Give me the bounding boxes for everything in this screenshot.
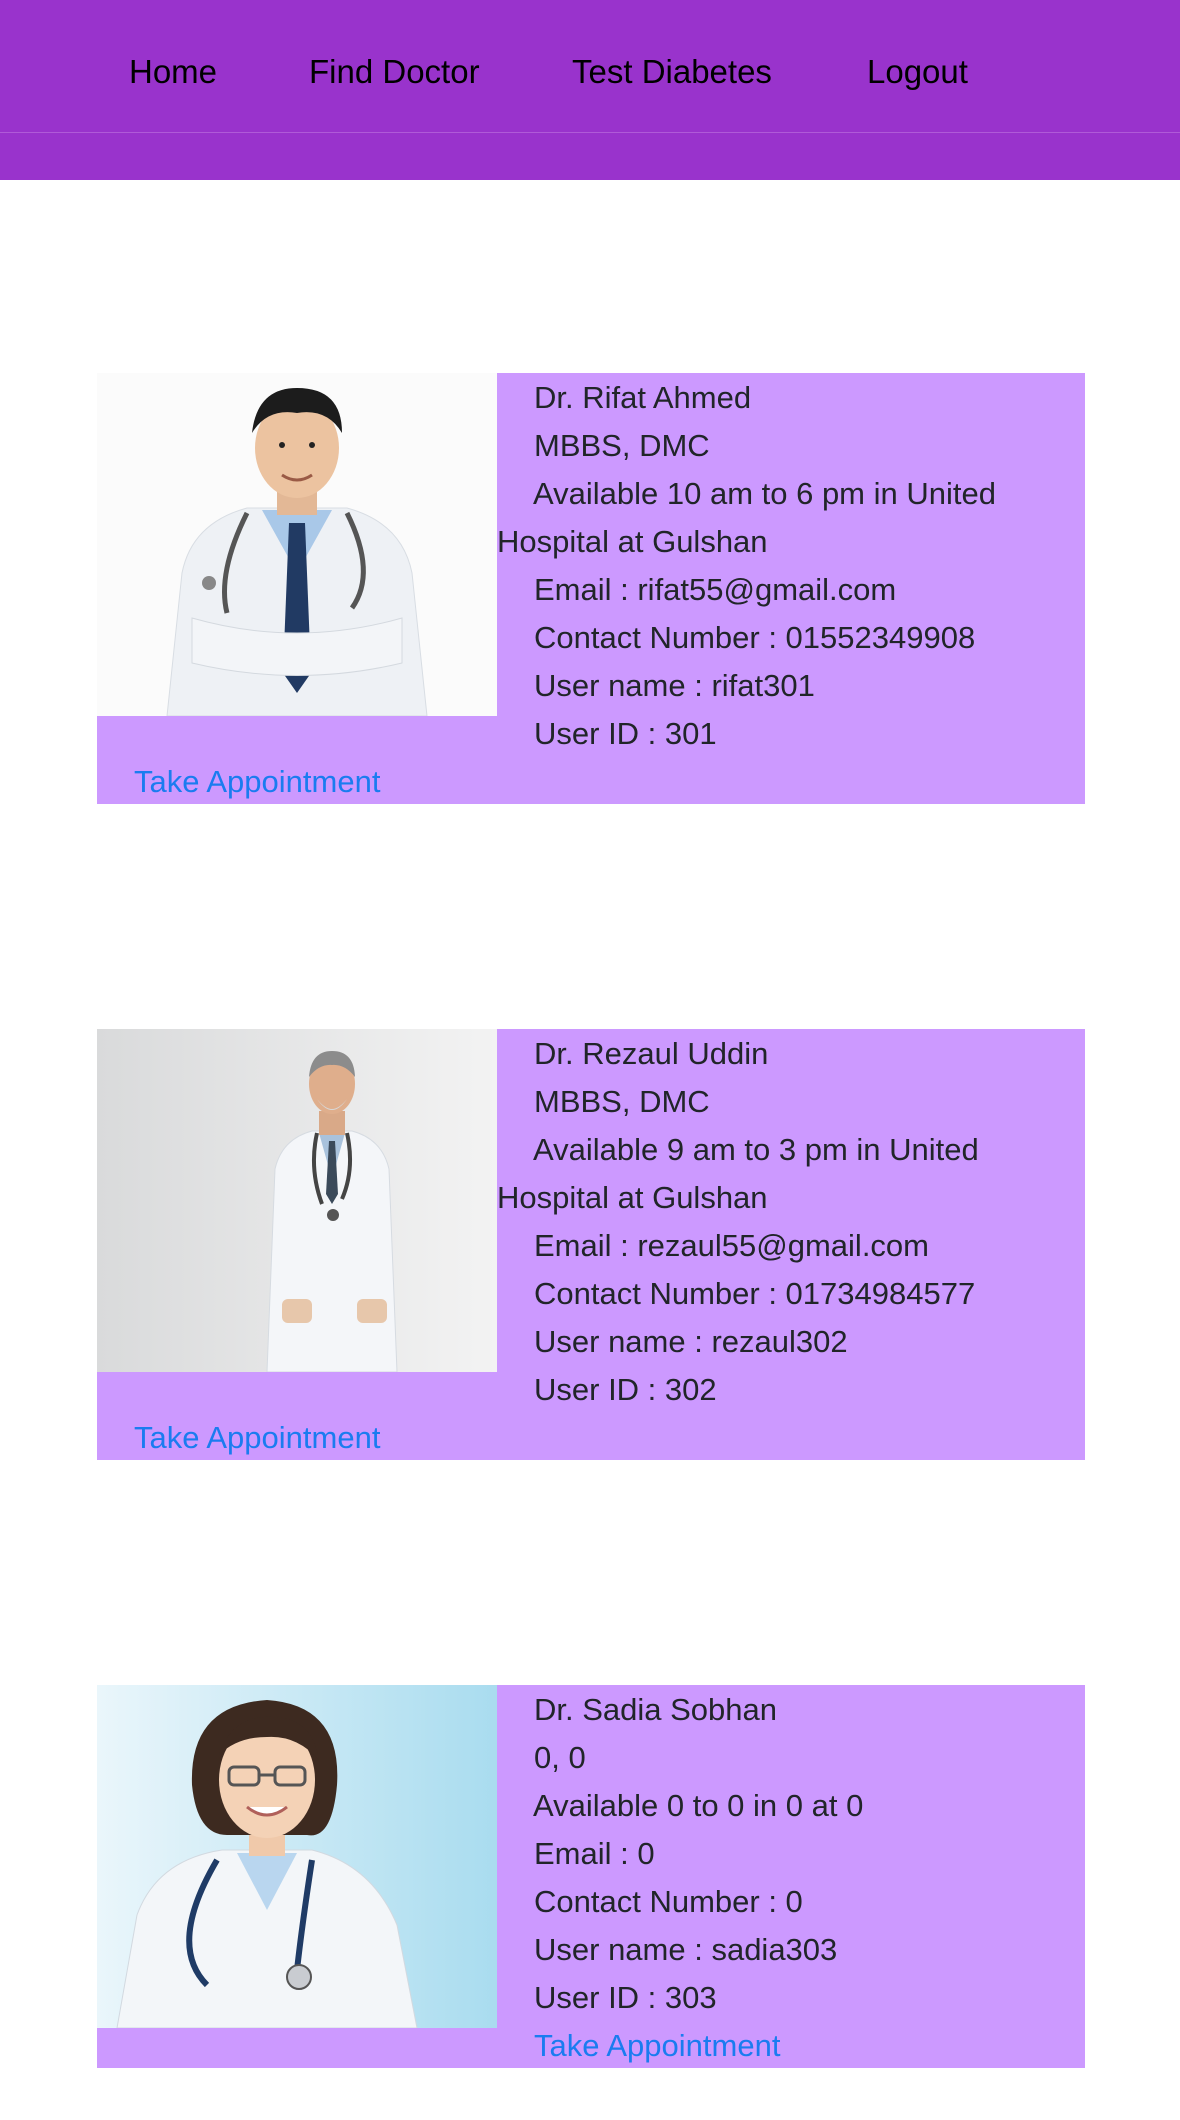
- navbar: Home Find Doctor Test Diabetes Logout: [0, 0, 1180, 180]
- nav-test-diabetes-link[interactable]: Test Diabetes: [572, 52, 772, 92]
- doctor-card: Dr. Sadia Sobhan 0, 0 Available 0 to 0 i…: [97, 1685, 1085, 2068]
- doctor-card: Dr. Rifat Ahmed MBBS, DMC Available 10 a…: [97, 373, 1085, 804]
- take-appointment-link[interactable]: Take Appointment: [134, 1419, 380, 1456]
- doctor-user-id: User ID : 303: [534, 1980, 717, 2015]
- doctor-availability: Available 9 am to 3 pm in United: [533, 1132, 979, 1167]
- doctor-availability-continued: Hospital at Gulshan: [497, 1180, 768, 1215]
- doctor-degree: MBBS, DMC: [534, 1084, 710, 1119]
- doctor-username: User name : rezaul302: [534, 1324, 848, 1359]
- doctor-email: Email : rifat55@gmail.com: [534, 572, 897, 607]
- doctor-username: User name : rifat301: [534, 668, 815, 703]
- doctor-availability-continued: Hospital at Gulshan: [497, 524, 768, 559]
- doctor-name: Dr. Rifat Ahmed: [534, 380, 752, 415]
- doctor-email: Email : rezaul55@gmail.com: [534, 1228, 929, 1263]
- doctor-user-id: User ID : 302: [534, 1372, 717, 1407]
- doctor-contact-number: Contact Number : 01552349908: [534, 620, 976, 655]
- doctor-photo: [97, 1029, 497, 1372]
- doctor-name: Dr. Sadia Sobhan: [534, 1692, 778, 1727]
- doctor-photo: [97, 1685, 497, 2028]
- doctor-degree: 0, 0: [534, 1740, 586, 1775]
- nav-logout-link[interactable]: Logout: [867, 52, 968, 92]
- doctor-photo: [97, 373, 497, 716]
- doctor-contact-number: Contact Number : 0: [534, 1884, 803, 1919]
- navbar-divider: [0, 132, 1180, 133]
- doctor-degree: MBBS, DMC: [534, 428, 710, 463]
- nav-home-link[interactable]: Home: [129, 52, 217, 92]
- doctor-name: Dr. Rezaul Uddin: [534, 1036, 769, 1071]
- doctor-username: User name : sadia303: [534, 1932, 838, 1967]
- doctor-contact-number: Contact Number : 01734984577: [534, 1276, 976, 1311]
- doctor-email: Email : 0: [534, 1836, 655, 1871]
- doctor-user-id: User ID : 301: [534, 716, 717, 751]
- doctor-card: Dr. Rezaul Uddin MBBS, DMC Available 9 a…: [97, 1029, 1085, 1460]
- take-appointment-link[interactable]: Take Appointment: [534, 2027, 780, 2064]
- nav-find-doctor-link[interactable]: Find Doctor: [309, 52, 480, 92]
- doctor-availability: Available 10 am to 6 pm in United: [533, 476, 996, 511]
- take-appointment-link[interactable]: Take Appointment: [134, 763, 380, 800]
- doctor-availability: Available 0 to 0 in 0 at 0: [533, 1788, 864, 1823]
